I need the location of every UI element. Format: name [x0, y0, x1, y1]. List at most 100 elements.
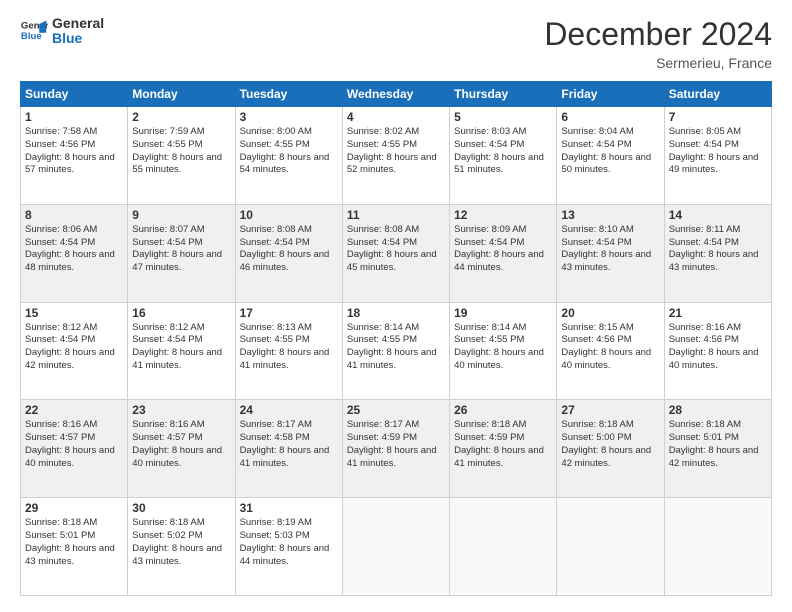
day-number: 31 [240, 501, 338, 515]
day-detail: Sunrise: 8:00 AMSunset: 4:55 PMDaylight:… [240, 126, 330, 175]
day-number: 22 [25, 403, 123, 417]
day-number: 11 [347, 208, 445, 222]
calendar-cell: 27 Sunrise: 8:18 AMSunset: 5:00 PMDaylig… [557, 400, 664, 498]
day-number: 15 [25, 306, 123, 320]
logo-icon: General Blue [20, 17, 48, 45]
day-detail: Sunrise: 8:13 AMSunset: 4:55 PMDaylight:… [240, 322, 330, 371]
day-number: 4 [347, 110, 445, 124]
day-detail: Sunrise: 8:06 AMSunset: 4:54 PMDaylight:… [25, 224, 115, 273]
calendar-cell [557, 498, 664, 596]
calendar-cell [450, 498, 557, 596]
day-number: 3 [240, 110, 338, 124]
calendar-cell: 18 Sunrise: 8:14 AMSunset: 4:55 PMDaylig… [342, 302, 449, 400]
logo-line2: Blue [52, 31, 104, 46]
calendar-cell: 3 Sunrise: 8:00 AMSunset: 4:55 PMDayligh… [235, 107, 342, 205]
svg-text:Blue: Blue [21, 31, 42, 42]
calendar-cell: 23 Sunrise: 8:16 AMSunset: 4:57 PMDaylig… [128, 400, 235, 498]
calendar-cell: 8 Sunrise: 8:06 AMSunset: 4:54 PMDayligh… [21, 204, 128, 302]
calendar-cell: 31 Sunrise: 8:19 AMSunset: 5:03 PMDaylig… [235, 498, 342, 596]
header-cell-sunday: Sunday [21, 82, 128, 107]
day-number: 26 [454, 403, 552, 417]
day-detail: Sunrise: 8:18 AMSunset: 5:01 PMDaylight:… [669, 419, 759, 468]
calendar-cell: 28 Sunrise: 8:18 AMSunset: 5:01 PMDaylig… [664, 400, 771, 498]
calendar-cell: 15 Sunrise: 8:12 AMSunset: 4:54 PMDaylig… [21, 302, 128, 400]
day-detail: Sunrise: 8:15 AMSunset: 4:56 PMDaylight:… [561, 322, 651, 371]
day-number: 2 [132, 110, 230, 124]
calendar-cell: 4 Sunrise: 8:02 AMSunset: 4:55 PMDayligh… [342, 107, 449, 205]
day-number: 6 [561, 110, 659, 124]
day-detail: Sunrise: 8:09 AMSunset: 4:54 PMDaylight:… [454, 224, 544, 273]
day-detail: Sunrise: 7:58 AMSunset: 4:56 PMDaylight:… [25, 126, 115, 175]
day-detail: Sunrise: 8:14 AMSunset: 4:55 PMDaylight:… [454, 322, 544, 371]
day-detail: Sunrise: 8:16 AMSunset: 4:57 PMDaylight:… [25, 419, 115, 468]
calendar-row-0: 1 Sunrise: 7:58 AMSunset: 4:56 PMDayligh… [21, 107, 772, 205]
day-detail: Sunrise: 8:12 AMSunset: 4:54 PMDaylight:… [25, 322, 115, 371]
day-number: 20 [561, 306, 659, 320]
day-number: 14 [669, 208, 767, 222]
header-cell-saturday: Saturday [664, 82, 771, 107]
header-cell-tuesday: Tuesday [235, 82, 342, 107]
day-number: 8 [25, 208, 123, 222]
day-number: 16 [132, 306, 230, 320]
calendar-cell [342, 498, 449, 596]
day-number: 29 [25, 501, 123, 515]
calendar-cell: 2 Sunrise: 7:59 AMSunset: 4:55 PMDayligh… [128, 107, 235, 205]
calendar-cell: 12 Sunrise: 8:09 AMSunset: 4:54 PMDaylig… [450, 204, 557, 302]
calendar-cell: 29 Sunrise: 8:18 AMSunset: 5:01 PMDaylig… [21, 498, 128, 596]
calendar-cell: 24 Sunrise: 8:17 AMSunset: 4:58 PMDaylig… [235, 400, 342, 498]
calendar-row-1: 8 Sunrise: 8:06 AMSunset: 4:54 PMDayligh… [21, 204, 772, 302]
day-number: 23 [132, 403, 230, 417]
day-number: 12 [454, 208, 552, 222]
calendar-row-3: 22 Sunrise: 8:16 AMSunset: 4:57 PMDaylig… [21, 400, 772, 498]
day-number: 9 [132, 208, 230, 222]
calendar-cell: 14 Sunrise: 8:11 AMSunset: 4:54 PMDaylig… [664, 204, 771, 302]
month-title: December 2024 [544, 16, 772, 53]
calendar-cell: 10 Sunrise: 8:08 AMSunset: 4:54 PMDaylig… [235, 204, 342, 302]
calendar-cell [664, 498, 771, 596]
calendar-cell: 17 Sunrise: 8:13 AMSunset: 4:55 PMDaylig… [235, 302, 342, 400]
day-detail: Sunrise: 8:18 AMSunset: 5:02 PMDaylight:… [132, 517, 222, 566]
header-cell-friday: Friday [557, 82, 664, 107]
header-row: SundayMondayTuesdayWednesdayThursdayFrid… [21, 82, 772, 107]
day-number: 19 [454, 306, 552, 320]
day-detail: Sunrise: 8:18 AMSunset: 5:01 PMDaylight:… [25, 517, 115, 566]
day-detail: Sunrise: 8:03 AMSunset: 4:54 PMDaylight:… [454, 126, 544, 175]
logo: General Blue General Blue [20, 16, 104, 47]
header-cell-monday: Monday [128, 82, 235, 107]
calendar-cell: 22 Sunrise: 8:16 AMSunset: 4:57 PMDaylig… [21, 400, 128, 498]
day-number: 5 [454, 110, 552, 124]
header-cell-wednesday: Wednesday [342, 82, 449, 107]
calendar-cell: 21 Sunrise: 8:16 AMSunset: 4:56 PMDaylig… [664, 302, 771, 400]
day-detail: Sunrise: 8:18 AMSunset: 5:00 PMDaylight:… [561, 419, 651, 468]
day-detail: Sunrise: 8:16 AMSunset: 4:56 PMDaylight:… [669, 322, 759, 371]
day-number: 24 [240, 403, 338, 417]
calendar-cell: 20 Sunrise: 8:15 AMSunset: 4:56 PMDaylig… [557, 302, 664, 400]
day-number: 28 [669, 403, 767, 417]
day-detail: Sunrise: 8:10 AMSunset: 4:54 PMDaylight:… [561, 224, 651, 273]
calendar-row-4: 29 Sunrise: 8:18 AMSunset: 5:01 PMDaylig… [21, 498, 772, 596]
day-number: 7 [669, 110, 767, 124]
day-detail: Sunrise: 8:19 AMSunset: 5:03 PMDaylight:… [240, 517, 330, 566]
day-number: 1 [25, 110, 123, 124]
day-detail: Sunrise: 8:17 AMSunset: 4:58 PMDaylight:… [240, 419, 330, 468]
calendar-cell: 30 Sunrise: 8:18 AMSunset: 5:02 PMDaylig… [128, 498, 235, 596]
day-detail: Sunrise: 8:17 AMSunset: 4:59 PMDaylight:… [347, 419, 437, 468]
day-number: 17 [240, 306, 338, 320]
day-detail: Sunrise: 7:59 AMSunset: 4:55 PMDaylight:… [132, 126, 222, 175]
calendar-row-2: 15 Sunrise: 8:12 AMSunset: 4:54 PMDaylig… [21, 302, 772, 400]
calendar-cell: 19 Sunrise: 8:14 AMSunset: 4:55 PMDaylig… [450, 302, 557, 400]
page: General Blue General Blue December 2024 … [0, 0, 792, 612]
day-detail: Sunrise: 8:04 AMSunset: 4:54 PMDaylight:… [561, 126, 651, 175]
day-number: 27 [561, 403, 659, 417]
calendar-cell: 5 Sunrise: 8:03 AMSunset: 4:54 PMDayligh… [450, 107, 557, 205]
day-detail: Sunrise: 8:07 AMSunset: 4:54 PMDaylight:… [132, 224, 222, 273]
day-detail: Sunrise: 8:02 AMSunset: 4:55 PMDaylight:… [347, 126, 437, 175]
calendar-cell: 16 Sunrise: 8:12 AMSunset: 4:54 PMDaylig… [128, 302, 235, 400]
day-detail: Sunrise: 8:18 AMSunset: 4:59 PMDaylight:… [454, 419, 544, 468]
calendar-cell: 1 Sunrise: 7:58 AMSunset: 4:56 PMDayligh… [21, 107, 128, 205]
header-cell-thursday: Thursday [450, 82, 557, 107]
day-detail: Sunrise: 8:16 AMSunset: 4:57 PMDaylight:… [132, 419, 222, 468]
calendar-cell: 26 Sunrise: 8:18 AMSunset: 4:59 PMDaylig… [450, 400, 557, 498]
calendar-cell: 25 Sunrise: 8:17 AMSunset: 4:59 PMDaylig… [342, 400, 449, 498]
day-detail: Sunrise: 8:08 AMSunset: 4:54 PMDaylight:… [347, 224, 437, 273]
